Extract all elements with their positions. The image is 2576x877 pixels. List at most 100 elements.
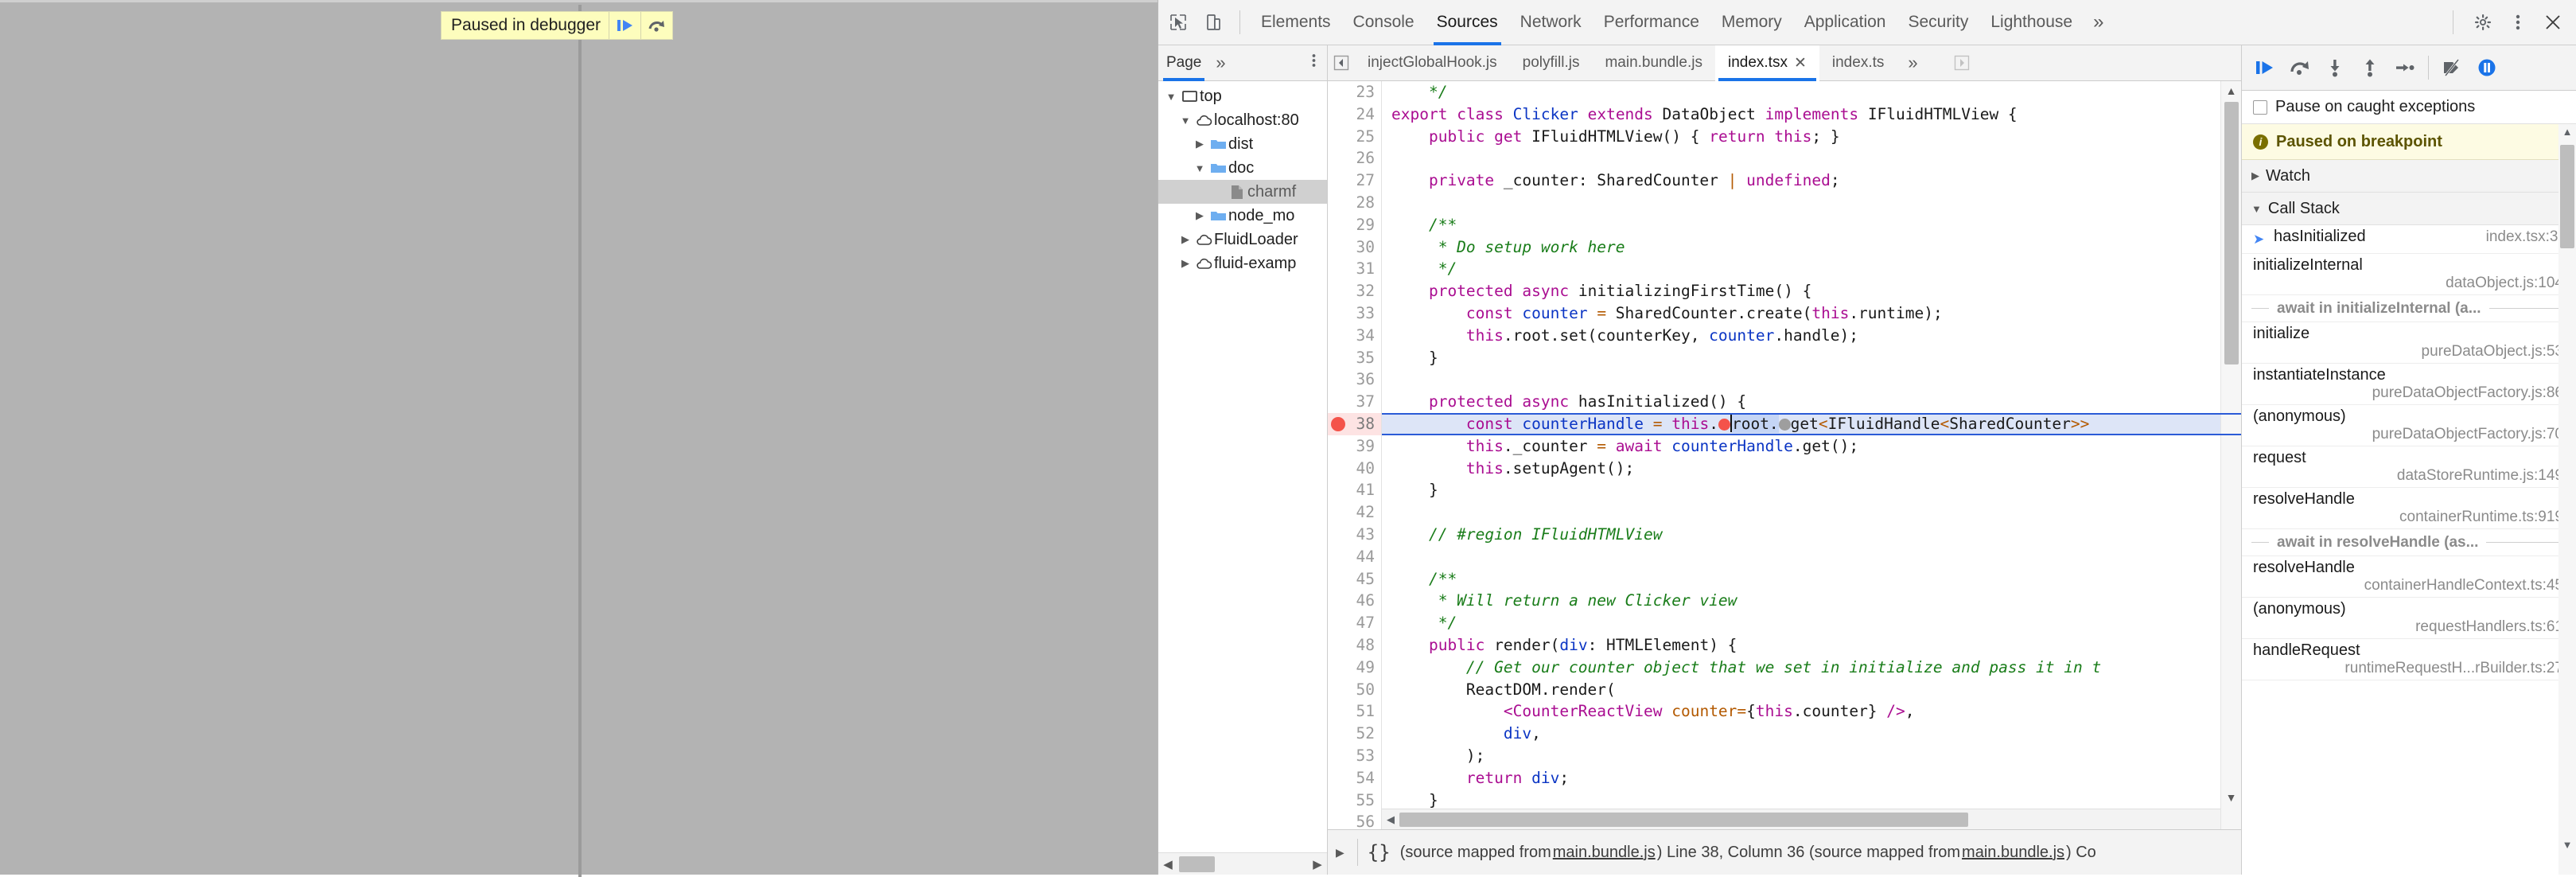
tab-network[interactable]: Network	[1509, 0, 1593, 45]
editor-tab-index-tsx[interactable]: index.tsx ✕	[1714, 45, 1819, 81]
breakpoint-gutter[interactable]	[1328, 524, 1350, 546]
editor-tab-index-ts[interactable]: index.ts	[1819, 45, 1897, 81]
code-line[interactable]: 50 ReactDOM.render(	[1328, 679, 2241, 701]
scroll-left-arrow-icon[interactable]: ◀	[1382, 813, 1399, 826]
chevron-down-icon[interactable]: ▼	[2251, 203, 2262, 215]
tab-scroll-right-icon[interactable]	[1948, 55, 1975, 71]
twisty-icon[interactable]: ▼	[1177, 115, 1193, 127]
breakpoint-gutter[interactable]	[1328, 700, 1350, 723]
code-line[interactable]: 26	[1328, 147, 2241, 170]
scroll-up-arrow-icon[interactable]: ▲	[2558, 126, 2576, 138]
code-line[interactable]: 51 <CounterReactView counter={this.count…	[1328, 700, 2241, 723]
breakpoint-gutter[interactable]	[1328, 568, 1350, 591]
code-line-text[interactable]: ReactDOM.render(	[1382, 679, 1616, 701]
code-line[interactable]: 40 this.setupAgent();	[1328, 458, 2241, 480]
code-line-text[interactable]: }	[1382, 347, 1438, 369]
scroll-down-arrow-icon[interactable]: ▼	[2226, 788, 2237, 807]
code-line-text[interactable]: export class Clicker extends DataObject …	[1382, 103, 2018, 126]
resume-script-icon[interactable]	[2248, 51, 2282, 84]
code-line-text[interactable]: const counterHandle = this. root. get<IFlu…	[1382, 413, 2089, 435]
code-line-text[interactable]: );	[1382, 745, 1485, 767]
code-line-text[interactable]: public get IFluidHTMLView() { return thi…	[1382, 126, 1840, 148]
scroll-left-arrow-icon[interactable]: ◀	[1158, 857, 1177, 871]
device-toolbar-icon[interactable]	[1198, 7, 1228, 37]
navigator-tab-page[interactable]: Page	[1158, 45, 1209, 81]
breakpoint-gutter[interactable]	[1328, 789, 1350, 812]
call-stack-frame[interactable]: resolveHandle containerHandleContext.ts:…	[2242, 556, 2576, 598]
breakpoint-gutter[interactable]	[1328, 501, 1350, 524]
breakpoint-gutter[interactable]	[1328, 723, 1350, 745]
code-line-text[interactable]: /**	[1382, 214, 1457, 236]
code-line[interactable]: 37 protected async hasInitialized() {	[1328, 391, 2241, 413]
breakpoint-gutter[interactable]	[1328, 280, 1350, 302]
tree-item-top[interactable]: ▼ top	[1158, 84, 1327, 108]
code-line[interactable]: 30 * Do setup work here	[1328, 236, 2241, 259]
code-line[interactable]: 48 public render(div: HTMLElement) {	[1328, 634, 2241, 657]
code-line-text[interactable]: */	[1382, 81, 1447, 103]
file-tree[interactable]: ▼ top ▼ localhost:80 ▶ dist ▼ doc charmf…	[1158, 81, 1327, 852]
code-line[interactable]: 28	[1328, 192, 2241, 214]
call-stack-frame[interactable]: initializeInternal dataObject.js:104	[2242, 254, 2576, 295]
call-stack-frame[interactable]: initialize pureDataObject.js:53	[2242, 322, 2576, 364]
code-line-text[interactable]	[1382, 368, 1391, 391]
tab-scroll-left-icon[interactable]	[1328, 55, 1355, 71]
code-line-text[interactable]: return div;	[1382, 767, 1569, 789]
code-line-text[interactable]: }	[1382, 479, 1438, 501]
code-line[interactable]: 29 /**	[1328, 214, 2241, 236]
code-line-text[interactable]: // #region IFluidHTMLView	[1382, 524, 1663, 546]
navigator-more-icon[interactable]: »	[1209, 53, 1232, 73]
breakpoint-gutter[interactable]	[1328, 236, 1350, 259]
breakpoint-gutter[interactable]	[1328, 214, 1350, 236]
code-line-text[interactable]: this._counter = await counterHandle.get(…	[1382, 435, 1858, 458]
breakpoint-gutter[interactable]	[1328, 368, 1350, 391]
scrollbar-thumb[interactable]	[1399, 812, 1968, 827]
close-icon[interactable]	[2538, 7, 2568, 37]
pause-on-exceptions-icon[interactable]	[2470, 51, 2504, 84]
breakpoint-gutter[interactable]	[1328, 590, 1350, 612]
call-stack-frame[interactable]: (anonymous) requestHandlers.ts:61	[2242, 598, 2576, 639]
code-line[interactable]: 45 /**	[1328, 568, 2241, 591]
code-line[interactable]: 49 // Get our counter object that we set…	[1328, 657, 2241, 679]
tab-security[interactable]: Security	[1897, 0, 1979, 45]
code-line[interactable]: 36	[1328, 368, 2241, 391]
code-line-text[interactable]: // Get our counter object that we set in…	[1382, 657, 2101, 679]
section-call-stack[interactable]: ▼ Call Stack	[2242, 193, 2576, 225]
breakpoint-gutter[interactable]	[1328, 170, 1350, 192]
tree-item-fluidloader[interactable]: ▶ FluidLoader	[1158, 228, 1327, 251]
resume-script-icon[interactable]	[609, 12, 640, 39]
chevron-right-icon[interactable]: ▶	[2251, 170, 2259, 182]
breakpoint-gutter[interactable]	[1328, 811, 1350, 829]
step-over-icon[interactable]	[640, 12, 672, 39]
twisty-icon[interactable]: ▼	[1163, 91, 1179, 103]
breakpoint-gutter[interactable]	[1328, 302, 1350, 325]
code-line[interactable]: 54 return div;	[1328, 767, 2241, 789]
twisty-icon[interactable]: ▶	[1192, 138, 1208, 150]
editor-horizontal-scrollbar[interactable]: ◀	[1382, 809, 2220, 829]
code-line-text[interactable]: protected async initializingFirstTime() …	[1382, 280, 1811, 302]
code-line-text[interactable]: const counter = SharedCounter.create(thi…	[1382, 302, 1943, 325]
pause-on-caught-checkbox[interactable]	[2253, 99, 2267, 115]
scrollbar-thumb[interactable]	[1179, 856, 1215, 872]
code-line[interactable]: 42	[1328, 501, 2241, 524]
breakpoint-gutter[interactable]	[1328, 479, 1350, 501]
code-line-text[interactable]: this.root.set(counterKey, counter.handle…	[1382, 325, 1858, 347]
breakpoint-gutter[interactable]	[1328, 103, 1350, 126]
tab-sources[interactable]: Sources	[1426, 0, 1509, 45]
code-line[interactable]: 41 }	[1328, 479, 2241, 501]
breakpoint-gutter[interactable]	[1328, 546, 1350, 568]
inspect-element-icon[interactable]	[1163, 7, 1193, 37]
editor-tab-mainbundle[interactable]: main.bundle.js	[1592, 45, 1715, 81]
more-editor-tabs-icon[interactable]: »	[1897, 53, 1928, 73]
code-line[interactable]: 35 }	[1328, 347, 2241, 369]
scroll-down-arrow-icon[interactable]: ▼	[2558, 839, 2576, 851]
step-icon[interactable]	[2388, 51, 2422, 84]
step-over-icon[interactable]	[2283, 51, 2317, 84]
tree-item-node-modules[interactable]: ▶ node_mo	[1158, 204, 1327, 228]
code-line-text[interactable]: this.setupAgent();	[1382, 458, 1634, 480]
breakpoint-gutter[interactable]	[1328, 412, 1350, 435]
code-line-current[interactable]: 38 const counterHandle = this. root. get<I…	[1328, 412, 2241, 435]
breakpoint-gutter[interactable]	[1328, 391, 1350, 413]
code-line[interactable]: 46 * Will return a new Clicker view	[1328, 590, 2241, 612]
code-line[interactable]: 53 );	[1328, 745, 2241, 767]
tab-elements[interactable]: Elements	[1250, 0, 1342, 45]
